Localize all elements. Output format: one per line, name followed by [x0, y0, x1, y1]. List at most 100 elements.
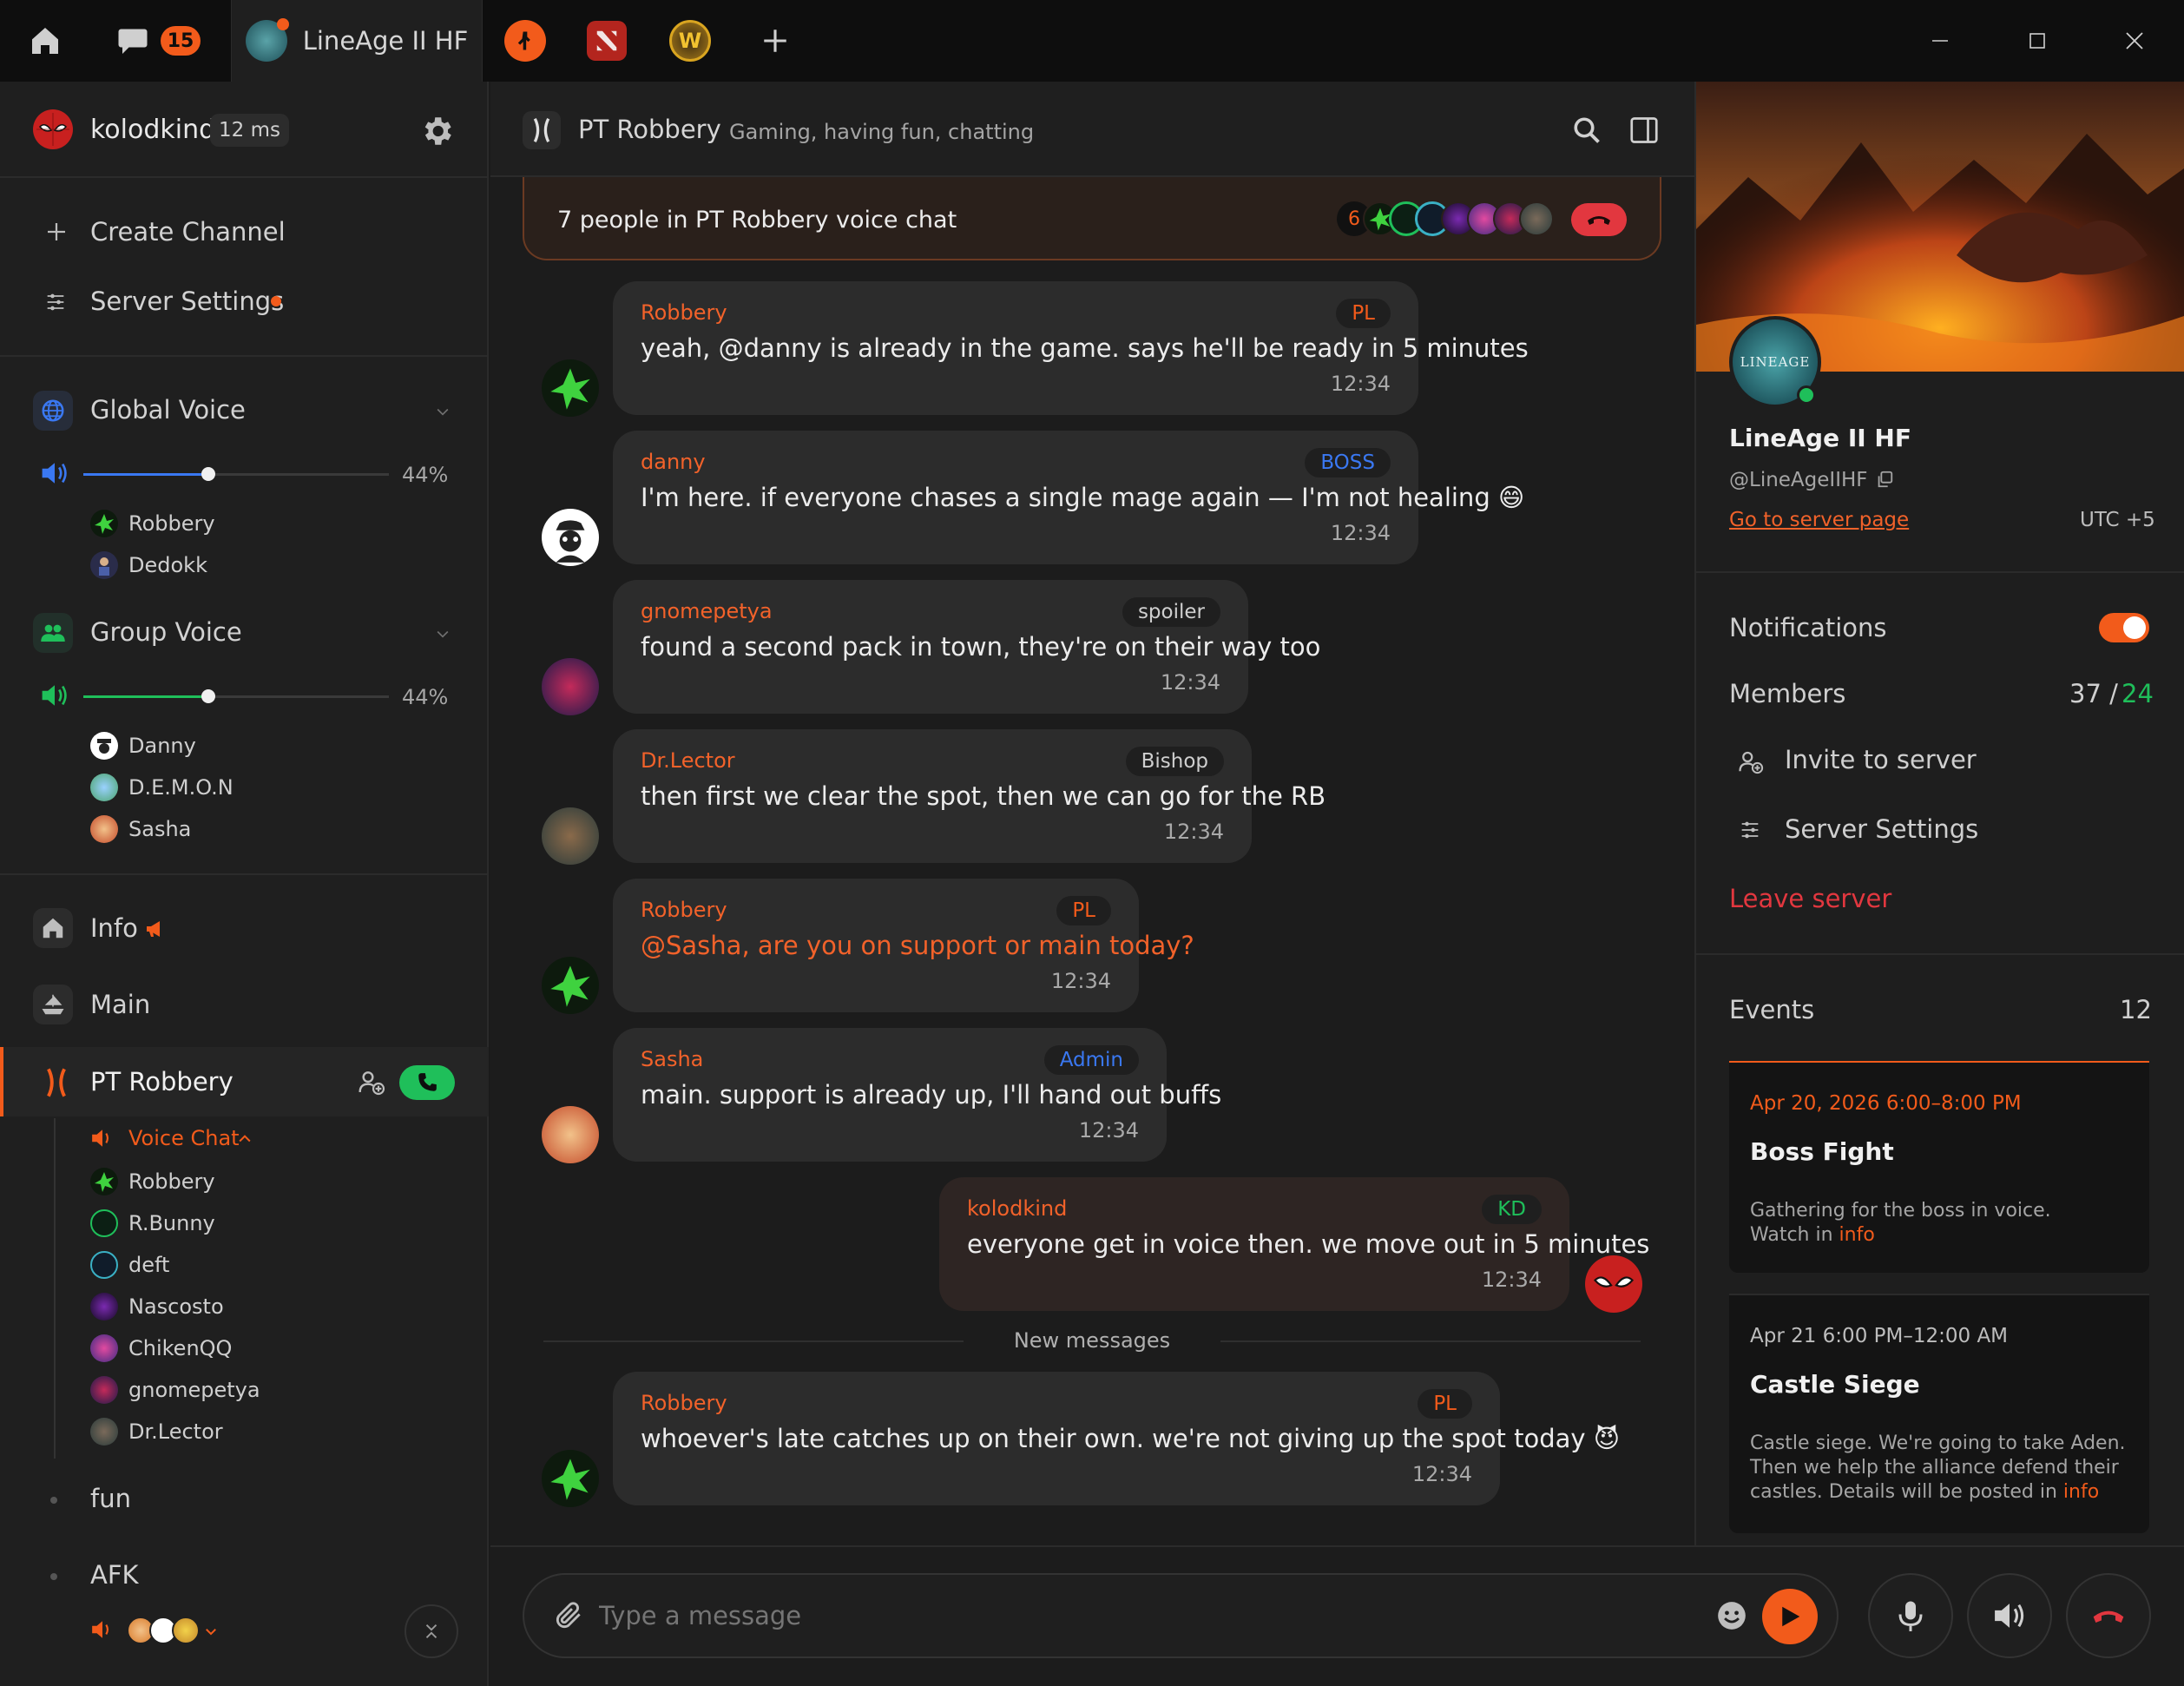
voice-chat-toggle[interactable]: Voice Chat — [128, 1126, 240, 1150]
message-author[interactable]: gnomepetya — [641, 599, 773, 623]
chevron-down-icon[interactable] — [434, 403, 451, 420]
speaker-button[interactable] — [1967, 1573, 2052, 1658]
send-button[interactable] — [1762, 1589, 1818, 1644]
invite-button[interactable]: Invite to server — [1785, 745, 1977, 774]
user-avatar[interactable] — [33, 109, 73, 149]
server-settings-link[interactable]: Server Settings — [1785, 814, 1978, 844]
message-author[interactable]: Dr.Lector — [641, 748, 735, 773]
global-volume-knob[interactable] — [201, 467, 215, 481]
notification-dot — [271, 296, 281, 306]
group-volume-knob[interactable] — [201, 689, 215, 703]
server-page-link[interactable]: Go to server page — [1729, 509, 1909, 531]
message-bubble: danny BOSS I'm here. if everyone chases … — [613, 431, 1524, 564]
message-avatar[interactable] — [542, 658, 599, 715]
chat-bubble-icon — [118, 29, 148, 54]
message-avatar[interactable] — [542, 359, 599, 417]
hang-up-button[interactable] — [2066, 1573, 2151, 1658]
gear-icon — [424, 117, 451, 145]
event-card[interactable]: Apr 20, 2026 6:00–8:00 PM Boss Fight Gat… — [1729, 1061, 2149, 1273]
warcraft-icon: W — [669, 20, 711, 62]
message-author[interactable]: Robbery — [641, 1391, 727, 1415]
group-voice-title[interactable]: Group Voice — [90, 617, 242, 647]
event-info-link[interactable]: info — [1839, 1224, 1875, 1246]
voice-member-name[interactable]: Nascosto — [128, 1294, 224, 1319]
microphone-button[interactable] — [1868, 1573, 1953, 1658]
message-author[interactable]: Robbery — [641, 898, 727, 922]
message-avatar[interactable] — [542, 957, 599, 1014]
event-date: Apr 20, 2026 6:00–8:00 PM — [1750, 1092, 2022, 1115]
voice-member-name[interactable]: deft — [128, 1253, 169, 1277]
maximize-button[interactable] — [2007, 0, 2068, 82]
plus-icon — [43, 219, 69, 245]
global-voice-title[interactable]: Global Voice — [90, 395, 246, 425]
group-member-name[interactable]: Danny — [128, 734, 196, 758]
divider — [543, 1340, 964, 1342]
chevron-down-icon[interactable] — [434, 625, 451, 642]
tab-dota[interactable] — [576, 0, 637, 82]
message-author[interactable]: kolodkind — [967, 1196, 1067, 1221]
voice-member-name[interactable]: R.Bunny — [128, 1211, 215, 1235]
create-channel-button[interactable]: Create Channel — [90, 217, 286, 247]
voice-member-name[interactable]: Dr.Lector — [128, 1419, 223, 1444]
copy-button[interactable] — [1875, 470, 1894, 489]
global-member-name[interactable]: Robbery — [128, 511, 215, 536]
server-settings-button[interactable]: Server Settings — [90, 286, 284, 316]
tab-counter-strike[interactable] — [495, 0, 556, 82]
leave-call-button[interactable] — [1571, 203, 1627, 236]
notifications-toggle[interactable] — [2099, 613, 2149, 642]
channel-afk[interactable]: AFK — [90, 1560, 139, 1590]
message-avatar[interactable] — [542, 1450, 599, 1507]
channel-fun[interactable]: fun — [90, 1484, 131, 1513]
group-member-name[interactable]: Sasha — [128, 817, 191, 841]
event-card[interactable]: Apr 21 6:00 PM–12:00 AM Castle Siege Cas… — [1729, 1294, 2149, 1533]
message-author[interactable]: Robbery — [641, 300, 727, 325]
channel-main[interactable]: Main — [90, 990, 150, 1019]
message-tag: Admin — [1043, 1045, 1139, 1075]
voice-member-name[interactable]: gnomepetya — [128, 1378, 260, 1402]
add-tab-button[interactable] — [745, 0, 806, 82]
channel-info[interactable]: Info — [90, 913, 138, 943]
join-call-button[interactable] — [399, 1065, 455, 1100]
chevron-down-icon[interactable] — [203, 1623, 219, 1639]
microphone-icon — [1898, 1601, 1923, 1631]
toggle-panel-button[interactable] — [1628, 115, 1660, 146]
speaker-icon[interactable] — [40, 682, 69, 708]
avatar — [90, 815, 118, 843]
message-input[interactable] — [599, 1594, 1684, 1637]
close-icon — [2126, 32, 2143, 49]
voice-banner-text: 7 people in PT Robbery voice chat — [557, 207, 957, 234]
message-author[interactable]: danny — [641, 450, 706, 474]
global-volume-fill — [83, 473, 208, 476]
emoji-button[interactable] — [1715, 1599, 1748, 1632]
message-author[interactable]: Sasha — [641, 1047, 703, 1071]
tab-warcraft[interactable]: W — [660, 0, 720, 82]
messages-button[interactable]: 15 — [102, 0, 215, 82]
group-member-name[interactable]: D.E.M.O.N — [128, 775, 234, 800]
home-button[interactable] — [0, 0, 90, 82]
message-avatar[interactable] — [542, 807, 599, 865]
search-button[interactable] — [1571, 115, 1602, 146]
channel-glyph-icon — [45, 1068, 68, 1097]
tab-lineage[interactable]: LineAge II HF — [231, 0, 483, 82]
voice-member-name[interactable]: Robbery — [128, 1169, 215, 1194]
minimize-button[interactable] — [1910, 0, 1970, 82]
speaker-icon[interactable] — [40, 460, 69, 486]
add-user-button[interactable] — [358, 1068, 385, 1096]
leave-server-button[interactable]: Leave server — [1729, 884, 1891, 913]
sliders-icon — [1738, 818, 1762, 842]
voice-member-name[interactable]: ChikenQQ — [128, 1336, 232, 1360]
new-messages-label: New messages — [1013, 1328, 1171, 1353]
close-button[interactable] — [2104, 0, 2165, 82]
avatar — [90, 1209, 118, 1237]
message-avatar[interactable] — [542, 509, 599, 566]
bullet — [50, 1573, 57, 1580]
message-avatar[interactable] — [542, 1106, 599, 1163]
event-info-link[interactable]: info — [2063, 1481, 2099, 1503]
attach-button[interactable] — [552, 1599, 585, 1632]
global-member-name[interactable]: Dedokk — [128, 553, 207, 577]
members-label[interactable]: Members — [1729, 679, 1845, 708]
chevron-up-icon[interactable] — [236, 1130, 253, 1148]
settings-button[interactable] — [418, 113, 455, 149]
collapse-button[interactable] — [405, 1604, 458, 1658]
message-avatar[interactable] — [1585, 1255, 1642, 1313]
